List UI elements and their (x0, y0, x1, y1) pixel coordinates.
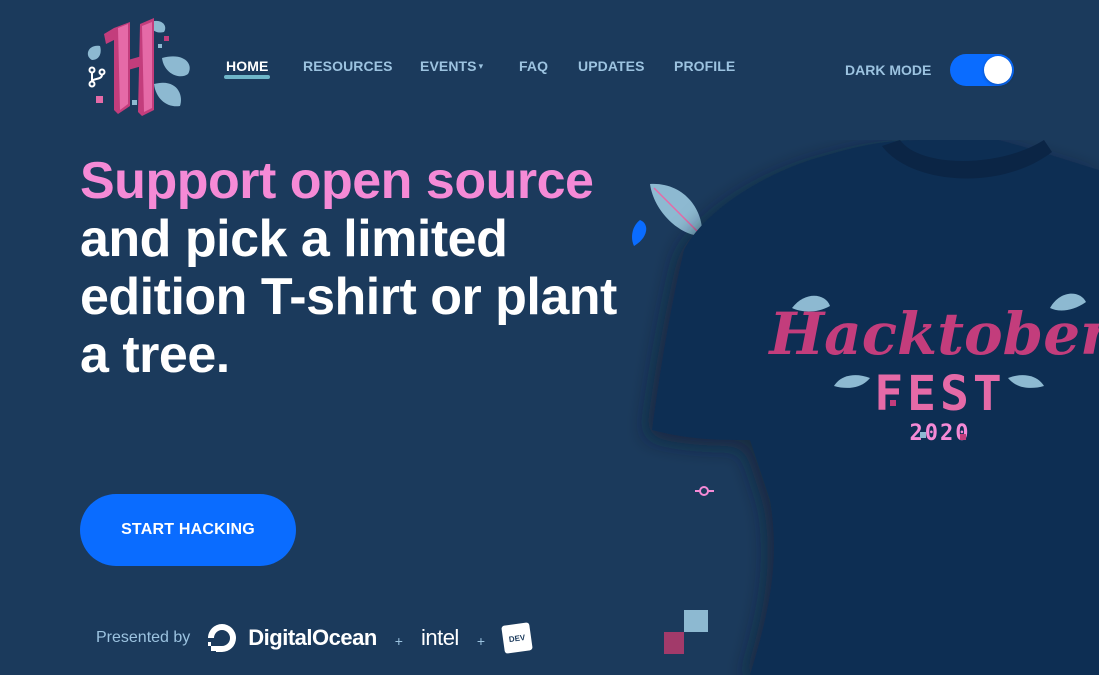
digitalocean-link[interactable]: DigitalOcean (206, 622, 377, 654)
nav-item-events-label: EVENTS (420, 58, 477, 74)
plus-separator: + (476, 633, 485, 649)
shirt-fest: FEST (874, 366, 1006, 422)
git-branch-icon (88, 66, 106, 88)
dark-mode-label: DARK MODE (845, 62, 932, 78)
toggle-knob (984, 56, 1012, 84)
start-hacking-button[interactable]: START HACKING (80, 494, 296, 566)
intel-link[interactable]: intel (421, 625, 459, 651)
hacktoberfest-h-logo-icon (87, 18, 190, 116)
leaf-icon (632, 220, 647, 246)
shirt-year: 2020 (910, 421, 971, 446)
nav-item-home[interactable]: HOME (223, 58, 271, 79)
sponsors-bar: Presented by DigitalOcean + intel + DEV (96, 620, 533, 656)
dev-logo[interactable]: DEV (501, 622, 533, 654)
presented-by-label: Presented by (96, 629, 191, 646)
dark-mode-toggle[interactable] (950, 54, 1014, 86)
digitalocean-logo-icon (208, 624, 237, 652)
git-commit-icon (695, 486, 714, 496)
hacktoberfest-logo[interactable] (84, 14, 196, 120)
nav-item-updates[interactable]: UPDATES (578, 58, 645, 74)
nav-item-events[interactable]: EVENTS ▾ (420, 58, 483, 74)
hero-heading: Support open source and pick a limited e… (80, 152, 640, 384)
nav-item-profile[interactable]: PROFILE (674, 58, 735, 74)
hacktoberfest-tshirt-image: Hacktober FEST 2020 (632, 140, 1099, 675)
chevron-down-icon: ▾ (478, 61, 484, 71)
nav-item-faq[interactable]: FAQ (519, 58, 548, 74)
digitalocean-text: DigitalOcean (248, 625, 377, 650)
plus-separator: + (394, 633, 403, 649)
hero-highlight: Support open source (80, 152, 594, 210)
hero-rest: and pick a limited edition T-shirt or pl… (80, 210, 617, 384)
nav-item-resources[interactable]: RESOURCES (303, 58, 393, 74)
